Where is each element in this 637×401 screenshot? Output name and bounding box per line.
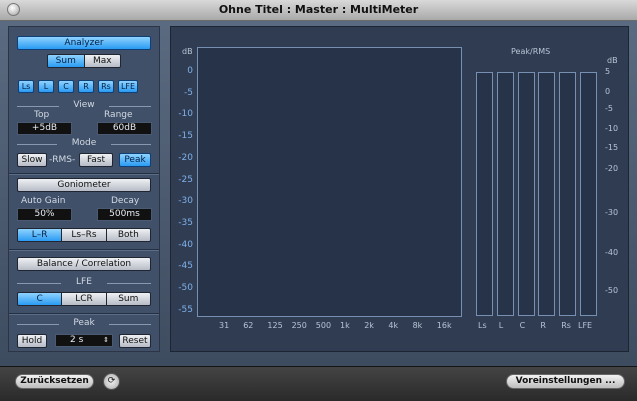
db-tick-label: -55: [178, 304, 193, 315]
link-icon[interactable]: ⟳: [103, 373, 120, 390]
view-caption: View: [9, 100, 159, 110]
stepper-icon[interactable]: ⇕: [103, 335, 109, 346]
control-panel: Analyzer Sum Max Ls L C R Rs LFE View To…: [8, 26, 160, 352]
channel-rs[interactable]: Rs: [98, 80, 114, 93]
right-db-unit-label: dB: [607, 56, 618, 65]
frequency-tick-label: 125: [267, 321, 283, 330]
lfe-sum-option[interactable]: Sum: [105, 293, 150, 305]
multimeter-window: Analyzer Sum Max Ls L C R Rs LFE View To…: [0, 21, 637, 366]
decay-field[interactable]: 500ms: [97, 208, 152, 221]
analyzer-button[interactable]: Analyzer: [17, 36, 151, 50]
range-field[interactable]: 60dB: [97, 122, 152, 135]
top-field[interactable]: +5dB: [17, 122, 72, 135]
frequency-tick-label: 31: [219, 321, 230, 330]
db-tick-label: -20: [178, 152, 193, 163]
rms-label: -RMS-: [49, 155, 76, 165]
peak-db-tick-label: -30: [605, 208, 619, 217]
peak-db-tick-label: 0: [605, 87, 611, 96]
both-option[interactable]: Both: [105, 229, 150, 241]
peak-db-tick-label: -5: [605, 104, 613, 113]
peak-channel-label: R: [540, 321, 546, 330]
peak-caption: Peak: [9, 318, 159, 328]
mode-caption: Mode: [9, 138, 159, 148]
lfe-c-option[interactable]: C: [18, 293, 62, 305]
frequency-tick-label: 250: [291, 321, 307, 330]
lfe-caption: LFE: [9, 277, 159, 287]
footer-bar: Zurücksetzen ⟳ Voreinstellungen ...: [0, 366, 637, 401]
channel-r[interactable]: R: [78, 80, 94, 93]
spectrum-analyzer-plot: [197, 47, 462, 317]
db-tick-label: -50: [178, 283, 193, 293]
db-tick-label: -15: [178, 131, 193, 142]
meter-display: dB 0 -5 -10 -15 -20 -25 -30 -35 -40 -45 -50 -55 31 6…: [170, 26, 629, 352]
top-label: Top: [34, 110, 50, 120]
peak-db-tick-label: 5: [605, 67, 611, 76]
channel-c[interactable]: C: [58, 80, 74, 93]
db-tick-label: 0: [187, 66, 193, 76]
frequency-tick-label: 1k: [340, 321, 350, 330]
db-tick-label: -30: [178, 196, 193, 207]
goniometer-channel-selector: L–R Ls–Rs Both: [17, 228, 151, 242]
db-tick-label: -10: [178, 109, 193, 120]
frequency-tick-label: 62: [243, 321, 254, 330]
channel-ls[interactable]: Ls: [18, 80, 34, 93]
balance-correlation-button[interactable]: Balance / Correlation: [17, 257, 151, 271]
peak-meter-bar: [496, 72, 514, 316]
peak-meter-bar: [559, 72, 577, 316]
lfe-lcr-option[interactable]: LCR: [61, 293, 106, 305]
db-tick-label: -25: [178, 174, 193, 185]
db-tick-label: -5: [184, 87, 193, 98]
frequency-tick-label: 500: [315, 321, 332, 330]
auto-gain-field[interactable]: 50%: [17, 208, 72, 221]
peak-db-tick-label: -15: [605, 143, 619, 152]
peak-meter-bar: [517, 72, 535, 316]
peak-db-tick-label: -10: [605, 124, 619, 133]
reset-peak-button[interactable]: Reset: [119, 334, 151, 348]
db-unit-label: dB: [182, 47, 193, 56]
peak-channel-label: LFE: [578, 321, 593, 330]
channel-lfe[interactable]: LFE: [118, 80, 138, 93]
frequency-tick-label: 2k: [364, 321, 374, 330]
frequency-tick-label: 4k: [388, 321, 399, 330]
peak-channel-label: Rs: [561, 321, 571, 330]
peak-channel-label: Ls: [478, 321, 487, 330]
channel-l[interactable]: L: [38, 80, 54, 93]
db-tick-label: -45: [178, 261, 193, 272]
peak-db-tick-label: -20: [605, 164, 619, 173]
sum-option[interactable]: Sum: [48, 55, 84, 67]
goniometer-button[interactable]: Goniometer: [17, 178, 151, 192]
sum-max-selector: Sum Max: [47, 54, 121, 68]
db-tick-label: -40: [178, 239, 193, 250]
peak-channel-label: C: [519, 321, 526, 330]
frequency-tick-label: 16k: [436, 321, 452, 330]
hold-time-field[interactable]: 2 s ⇕: [55, 334, 113, 347]
peak-meter-bar: [538, 72, 556, 316]
lfe-selector: C LCR Sum: [17, 292, 151, 306]
presets-button[interactable]: Voreinstellungen ...: [506, 374, 625, 389]
peak-channel-label: L: [498, 321, 504, 330]
db-tick-label: -35: [178, 217, 193, 228]
peak-db-tick-label: -40: [605, 248, 619, 257]
lr-option[interactable]: L–R: [18, 229, 62, 241]
window-title: Ohne Titel : Master : MultiMeter: [218, 3, 419, 16]
range-label: Range: [104, 110, 133, 120]
reset-all-button[interactable]: Zurücksetzen: [15, 374, 94, 389]
peak-meter-bar: [580, 72, 597, 316]
fast-button[interactable]: Fast: [79, 153, 113, 167]
title-bar: Ohne Titel : Master : MultiMeter: [0, 0, 637, 21]
lsrs-option[interactable]: Ls–Rs: [61, 229, 106, 241]
hold-button[interactable]: Hold: [17, 334, 47, 348]
peak-db-tick-label: -50: [605, 286, 619, 295]
frequency-tick-label: 8k: [412, 321, 423, 330]
peak-meter-bar: [476, 72, 493, 316]
max-option[interactable]: Max: [83, 55, 120, 67]
peak-rms-caption: Peak/RMS: [511, 47, 551, 56]
decay-label: Decay: [111, 196, 140, 206]
peak-button[interactable]: Peak: [119, 153, 151, 167]
auto-gain-label: Auto Gain: [21, 196, 66, 206]
slow-button[interactable]: Slow: [17, 153, 47, 167]
